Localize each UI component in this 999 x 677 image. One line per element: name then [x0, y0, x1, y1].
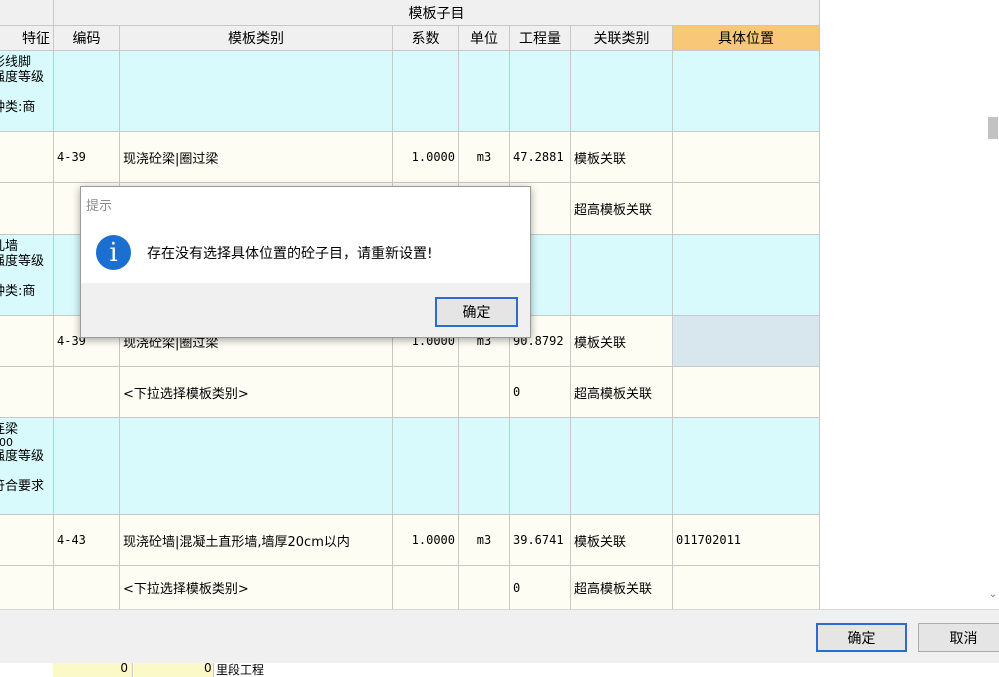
qty-cell[interactable]: 47.2881 — [510, 132, 571, 183]
feature-line: 200 — [0, 436, 13, 449]
background-cell: 0 — [134, 661, 214, 677]
feature-cell[interactable]: 形线脚 强度等级 种类:商 — [0, 51, 54, 132]
feature-line: 儿墙 — [0, 239, 19, 254]
coef-cell[interactable]: 1.0000 — [393, 132, 459, 183]
ok-button[interactable]: 确定 — [816, 623, 907, 652]
relation-cell[interactable] — [571, 418, 673, 515]
coef-cell[interactable] — [393, 418, 459, 515]
code-cell[interactable] — [54, 566, 120, 609]
unit-cell[interactable]: m3 — [459, 515, 510, 566]
dialog-message: 存在没有选择具体位置的砼子目，请重新设置! — [147, 246, 433, 262]
feature-line: 种类:商 — [0, 284, 36, 299]
relation-cell[interactable] — [571, 235, 673, 316]
code-cell[interactable] — [54, 418, 120, 515]
col-header-category[interactable]: 模板类别 — [120, 26, 393, 51]
location-cell[interactable] — [673, 51, 820, 132]
code-cell[interactable] — [54, 367, 120, 418]
background-window-strip: 0 0 里段工程 — [0, 661, 999, 677]
location-cell[interactable] — [673, 418, 820, 515]
feature-cell[interactable] — [0, 316, 54, 367]
feature-line: 连梁 — [0, 422, 19, 437]
alert-dialog: 提示 i 存在没有选择具体位置的砼子目，请重新设置! 确定 — [80, 186, 531, 338]
relation-cell[interactable]: 模板关联 — [571, 515, 673, 566]
unit-cell[interactable] — [459, 418, 510, 515]
header-spacer — [0, 0, 54, 26]
vertical-scrollbar[interactable]: ⌄ — [987, 0, 999, 609]
qty-cell[interactable] — [510, 51, 571, 132]
button-bar: 确定 取消 — [0, 609, 999, 663]
location-cell[interactable]: 011702011 — [673, 515, 820, 566]
category-cell[interactable]: 现浇砼梁|圈过梁 — [120, 132, 393, 183]
info-icon: i — [96, 235, 131, 270]
feature-line: 强度等级 — [0, 254, 45, 269]
qty-cell[interactable]: 39.6741 — [510, 515, 571, 566]
col-header-coef[interactable]: 系数 — [393, 26, 459, 51]
qty-cell[interactable] — [510, 418, 571, 515]
feature-cell[interactable]: 连梁 200 强度等级 符合要求 — [0, 418, 54, 515]
background-value: 0 — [120, 661, 128, 675]
col-header-code[interactable]: 编码 — [54, 26, 120, 51]
relation-cell[interactable]: 超高模板关联 — [571, 566, 673, 609]
feature-line: 强度等级 — [0, 70, 45, 85]
unit-cell[interactable] — [459, 367, 510, 418]
background-cell: 0 — [53, 661, 133, 677]
col-header-location[interactable]: 具体位置 — [673, 26, 820, 51]
dialog-title: 提示 — [86, 199, 113, 214]
feature-cell[interactable] — [0, 183, 54, 235]
feature-cell[interactable] — [0, 566, 54, 609]
background-text: 里段工程 — [216, 663, 265, 677]
coef-cell[interactable] — [393, 566, 459, 609]
feature-cell[interactable] — [0, 515, 54, 566]
background-value: 0 — [204, 661, 212, 675]
feature-line: 强度等级 — [0, 449, 45, 464]
cancel-button[interactable]: 取消 — [918, 623, 999, 652]
category-cell[interactable]: 现浇砼墙|混凝土直形墙,墙厚20cm以内 — [120, 515, 393, 566]
category-dropdown-cell[interactable]: <下拉选择模板类别> — [120, 367, 393, 418]
relation-cell[interactable]: 超高模板关联 — [571, 367, 673, 418]
feature-line: 种类:商 — [0, 100, 36, 115]
relation-cell[interactable]: 模板关联 — [571, 132, 673, 183]
category-cell[interactable] — [120, 418, 393, 515]
unit-cell[interactable] — [459, 51, 510, 132]
dialog-footer: 确定 — [81, 283, 530, 337]
feature-cell[interactable] — [0, 132, 54, 183]
location-cell[interactable] — [673, 367, 820, 418]
coef-cell[interactable]: 1.0000 — [393, 515, 459, 566]
relation-cell[interactable]: 模板关联 — [571, 316, 673, 367]
col-header-relation[interactable]: 关联类别 — [571, 26, 673, 51]
empty-panel — [821, 0, 987, 609]
dialog-ok-button[interactable]: 确定 — [435, 297, 518, 327]
code-cell[interactable]: 4-39 — [54, 132, 120, 183]
col-header-feature[interactable]: 特征 — [0, 26, 54, 51]
qty-cell[interactable]: 0 — [510, 566, 571, 609]
location-cell[interactable] — [673, 132, 820, 183]
col-header-qty[interactable]: 工程量 — [510, 26, 571, 51]
unit-cell[interactable]: m3 — [459, 132, 510, 183]
location-cell[interactable] — [673, 183, 820, 235]
code-cell[interactable] — [54, 51, 120, 132]
location-cell[interactable] — [673, 235, 820, 316]
location-cell-selected[interactable] — [673, 316, 820, 367]
scrollbar-thumb[interactable] — [988, 117, 998, 139]
coef-cell[interactable] — [393, 51, 459, 132]
qty-cell[interactable]: 0 — [510, 367, 571, 418]
feature-line: 形线脚 — [0, 55, 32, 70]
feature-line: 符合要求 — [0, 479, 45, 494]
coef-cell[interactable] — [393, 367, 459, 418]
feature-cell[interactable]: 儿墙 强度等级 种类:商 — [0, 235, 54, 316]
relation-cell[interactable] — [571, 51, 673, 132]
category-dropdown-cell[interactable]: <下拉选择模板类别> — [120, 566, 393, 609]
location-cell[interactable] — [673, 566, 820, 609]
header-group-template-items: 模板子目 — [54, 0, 820, 26]
window: 模板子目 特征 编码 模板类别 系数 单位 工程量 关联类别 具体位置 形线脚 … — [0, 0, 999, 677]
scroll-down-icon[interactable]: ⌄ — [987, 589, 999, 603]
code-cell[interactable]: 4-43 — [54, 515, 120, 566]
relation-cell[interactable]: 超高模板关联 — [571, 183, 673, 235]
category-cell[interactable] — [120, 51, 393, 132]
feature-cell[interactable] — [0, 367, 54, 418]
col-header-unit[interactable]: 单位 — [459, 26, 510, 51]
unit-cell[interactable] — [459, 566, 510, 609]
